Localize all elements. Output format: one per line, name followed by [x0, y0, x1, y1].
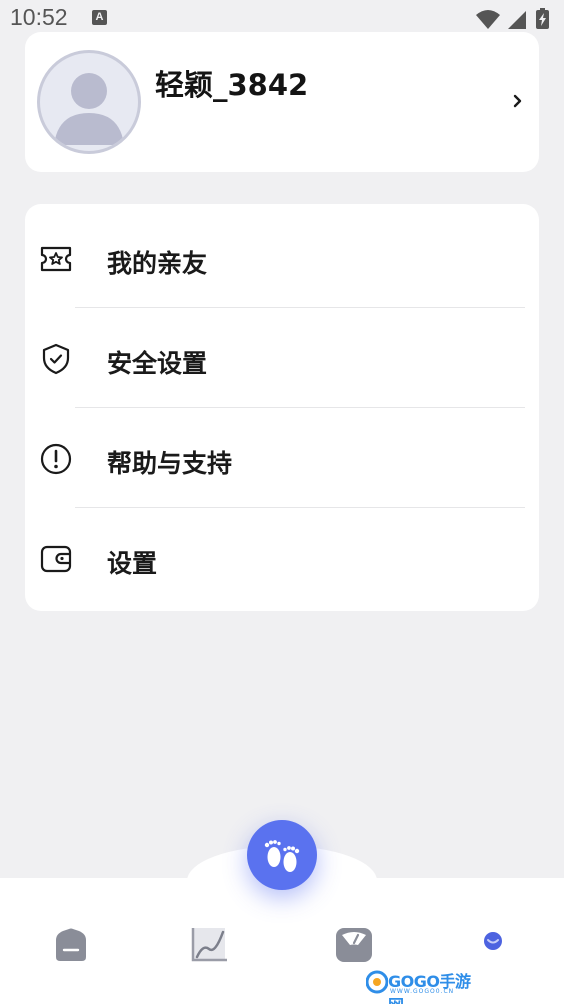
menu-card: 我的亲友 安全设置 帮助与支持 设置	[25, 204, 539, 611]
shield-check-icon	[42, 343, 70, 375]
user-placeholder-icon	[54, 73, 124, 145]
status-time: 10:52	[10, 4, 68, 30]
menu-item-settings[interactable]: 设置	[25, 508, 539, 608]
home-icon[interactable]	[51, 924, 91, 964]
profile-card[interactable]: 轻颖_3842	[25, 32, 539, 172]
avatar[interactable]	[37, 50, 141, 154]
chart-icon[interactable]	[189, 924, 229, 964]
watermark: GOGO手游网 WWW.GOGO0.CN	[366, 966, 478, 1004]
baby-feet-icon	[264, 840, 300, 872]
chevron-right-icon[interactable]	[511, 90, 525, 112]
gogo-logo-icon	[366, 970, 388, 994]
profile-dot-icon[interactable]	[473, 924, 513, 964]
menu-item-security[interactable]: 安全设置	[25, 308, 539, 408]
menu-item-friends[interactable]: 我的亲友	[25, 208, 539, 308]
watermark-text: GOGO手游网	[388, 972, 471, 1004]
menu-label-settings: 设置	[107, 549, 158, 578]
signal-icon	[508, 11, 526, 29]
center-action-button[interactable]	[247, 820, 317, 890]
scale-icon[interactable]	[334, 924, 374, 964]
wallet-icon	[40, 545, 72, 573]
status-indicators	[476, 8, 549, 29]
menu-label-help: 帮助与支持	[107, 449, 233, 478]
exclamation-circle-icon	[40, 443, 72, 475]
menu-label-friends: 我的亲友	[107, 249, 208, 278]
battery-icon	[536, 8, 549, 29]
menu-label-security: 安全设置	[107, 349, 208, 378]
watermark-sub: WWW.GOGO0.CN	[390, 988, 455, 995]
username: 轻颖_3842	[155, 68, 309, 102]
notification-icon: A	[92, 10, 107, 25]
menu-item-help[interactable]: 帮助与支持	[25, 408, 539, 508]
wifi-icon	[476, 10, 500, 29]
ticket-star-icon	[40, 246, 72, 272]
